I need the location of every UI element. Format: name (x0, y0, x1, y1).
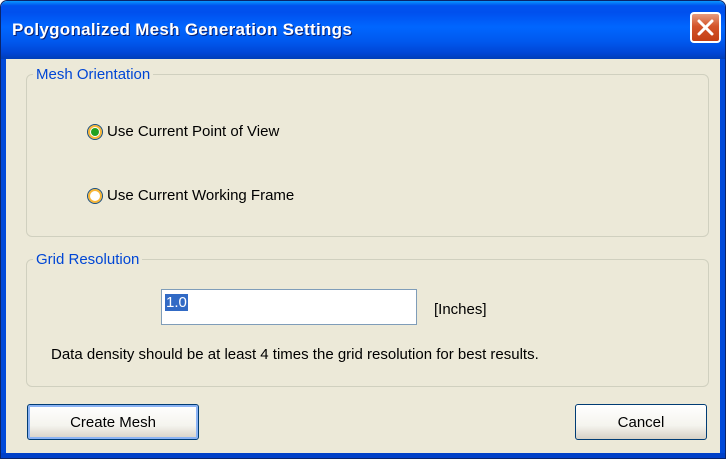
mesh-orientation-legend: Mesh Orientation (36, 66, 151, 83)
radio-label-working-frame: Use Current Working Frame (107, 187, 295, 204)
dialog-window: Polygonalized Mesh Generation Settings M… (0, 0, 726, 459)
window-frame-left (1, 59, 6, 458)
grid-resolution-note: Data density should be at least 4 times … (51, 346, 539, 363)
close-button[interactable] (690, 12, 721, 43)
create-mesh-button[interactable]: Create Mesh (27, 404, 199, 440)
grid-resolution-input[interactable]: 1.0 (161, 289, 417, 325)
radio-label-point-of-view: Use Current Point of View (107, 123, 280, 140)
window-frame-bottom (1, 453, 725, 458)
radio-current-working-frame[interactable]: Use Current Working Frame (87, 187, 294, 204)
grid-resolution-value: 1.0 (165, 294, 188, 311)
cancel-button[interactable]: Cancel (575, 404, 707, 440)
grid-resolution-units: [Inches] (434, 301, 487, 318)
radio-button-unchecked[interactable] (87, 187, 103, 204)
grid-resolution-legend: Grid Resolution (36, 251, 140, 268)
close-x-icon (697, 19, 714, 36)
radio-button-checked[interactable] (87, 123, 103, 140)
title-bar[interactable]: Polygonalized Mesh Generation Settings (1, 1, 725, 59)
mesh-orientation-group: Mesh Orientation (26, 66, 709, 237)
window-title: Polygonalized Mesh Generation Settings (12, 20, 353, 39)
radio-current-point-of-view[interactable]: Use Current Point of View (87, 123, 279, 140)
window-frame-right (720, 59, 725, 458)
